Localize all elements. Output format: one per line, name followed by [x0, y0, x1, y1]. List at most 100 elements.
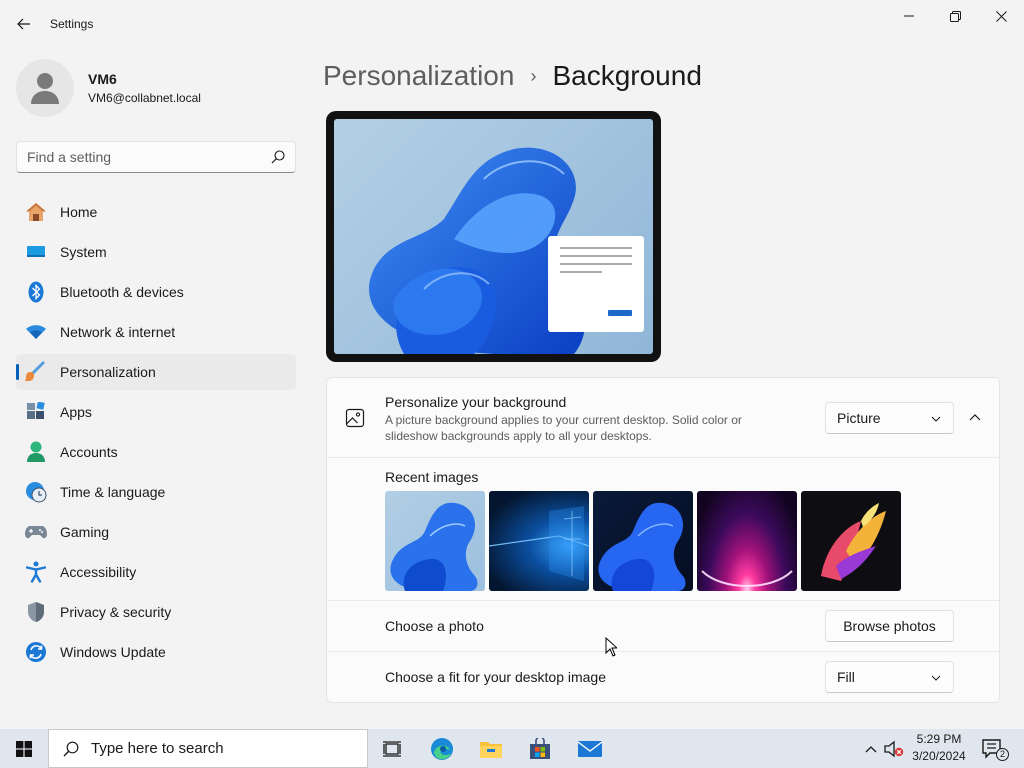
shield-icon [24, 600, 48, 624]
sidebar-item-label: Privacy & security [60, 604, 172, 620]
sidebar-item-label: System [60, 244, 107, 260]
volume-button[interactable] [884, 739, 904, 759]
sidebar-item-label: Bluetooth & devices [60, 284, 184, 300]
picture-icon [345, 408, 365, 428]
back-arrow-icon [17, 18, 30, 30]
store-button[interactable] [516, 729, 564, 768]
sidebar-item-label: Accounts [60, 444, 118, 460]
breadcrumb-parent[interactable]: Personalization [323, 60, 514, 92]
start-button[interactable] [0, 729, 48, 768]
breadcrumb: Personalization › Background [323, 58, 702, 94]
sidebar-item-label: Accessibility [60, 564, 137, 580]
sidebar-item-accounts[interactable]: Accounts [16, 434, 296, 470]
profile-name: VM6 [88, 71, 117, 87]
notification-count-badge: 2 [996, 748, 1009, 761]
sidebar-item-system[interactable]: System [16, 234, 296, 270]
collapse-button[interactable] [965, 408, 985, 428]
wallpaper-preview-image [334, 119, 653, 354]
file-explorer-icon [480, 741, 502, 758]
sidebar-item-label: Network & internet [60, 324, 176, 340]
chevron-down-icon [931, 416, 941, 422]
choose-fit-label: Choose a fit for your desktop image [385, 669, 607, 685]
mouse-cursor-icon [605, 637, 617, 657]
sidebar-item-bluetooth[interactable]: Bluetooth & devices [16, 274, 296, 310]
choose-fit-row: Choose a fit for your desktop image Fill [327, 651, 999, 701]
restore-icon [949, 10, 961, 22]
sidebar-item-personalization[interactable]: Personalization [16, 354, 296, 390]
back-button[interactable] [12, 12, 36, 36]
recent-image-windows-10-hero[interactable] [489, 491, 589, 591]
choose-photo-label: Choose a photo [385, 618, 484, 634]
sidebar-item-label: Time & language [60, 484, 166, 500]
task-view-icon [383, 740, 401, 757]
update-icon [24, 640, 48, 664]
recent-image-bloom-blue-dark[interactable] [593, 491, 693, 591]
system-clock[interactable]: 5:29 PM 3/20/2024 [906, 731, 972, 765]
sidebar-item-network[interactable]: Network & internet [16, 314, 296, 350]
personalize-background-title: Personalize your background [385, 394, 567, 410]
sidebar-item-label: Personalization [60, 364, 156, 380]
sidebar-item-apps[interactable]: Apps [16, 394, 296, 430]
brush-icon [24, 360, 48, 384]
notifications-button[interactable]: 2 [981, 739, 1009, 761]
globe-clock-icon [24, 480, 48, 504]
chevron-up-icon [969, 414, 981, 421]
browse-photos-button[interactable]: Browse photos [825, 610, 954, 642]
close-icon [995, 10, 1007, 22]
search-icon[interactable] [271, 150, 285, 164]
recent-images-list [385, 491, 905, 591]
taskbar-search-box[interactable]: Type here to search [48, 729, 368, 768]
mail-button[interactable] [566, 729, 614, 768]
settings-search-box[interactable] [16, 141, 296, 173]
search-input[interactable] [27, 149, 267, 165]
sidebar-item-label: Windows Update [60, 644, 166, 660]
sidebar-item-label: Gaming [60, 524, 110, 540]
close-button[interactable] [978, 0, 1024, 32]
profile-email: VM6@collabnet.local [88, 91, 201, 105]
sidebar-item-accessibility[interactable]: Accessibility [16, 554, 296, 590]
search-icon [63, 741, 79, 756]
clock-date: 3/20/2024 [912, 749, 966, 763]
windows-logo-icon [16, 740, 32, 757]
fit-dropdown[interactable]: Fill [825, 661, 954, 693]
preview-sample-window [548, 236, 644, 332]
sidebar-item-gaming[interactable]: Gaming [16, 514, 296, 550]
background-type-dropdown[interactable]: Picture [825, 402, 954, 434]
restore-button[interactable] [932, 0, 978, 32]
sidebar-item-time-language[interactable]: Time & language [16, 474, 296, 510]
taskbar-search-placeholder: Type here to search [91, 740, 224, 757]
show-hidden-icons-button[interactable] [861, 739, 881, 759]
edge-icon [431, 737, 453, 760]
taskbar: Type here to search 5:29 PM 3/20/2024 2 [0, 729, 1024, 768]
mail-icon [577, 740, 603, 757]
task-view-button[interactable] [368, 729, 416, 768]
fit-value: Fill [837, 669, 855, 685]
avatar [16, 59, 74, 117]
recent-image-bloom-blue-light[interactable] [385, 491, 485, 591]
sidebar-item-home[interactable]: Home [16, 194, 296, 230]
sidebar-item-windows-update[interactable]: Windows Update [16, 634, 296, 670]
sidebar-item-privacy-security[interactable]: Privacy & security [16, 594, 296, 630]
bluetooth-icon [24, 280, 48, 304]
desktop-preview [326, 111, 661, 362]
sidebar-item-label: Home [60, 204, 98, 220]
minimize-icon [904, 15, 914, 17]
user-profile[interactable]: VM6 VM6@collabnet.local [16, 58, 201, 118]
chevron-down-icon [931, 675, 941, 681]
edge-button[interactable] [418, 729, 466, 768]
home-icon [24, 200, 48, 224]
page-title: Background [552, 60, 702, 91]
personalize-background-row: Personalize your background A picture ba… [327, 378, 999, 458]
gamepad-icon [24, 520, 48, 544]
wifi-icon [24, 320, 48, 344]
breadcrumb-separator: › [530, 65, 537, 86]
recent-image-colorful-ribbon[interactable] [801, 491, 901, 591]
store-icon [530, 737, 550, 759]
system-icon [24, 240, 48, 264]
volume-muted-icon [884, 740, 904, 758]
sidebar-item-label: Apps [60, 404, 92, 420]
file-explorer-button[interactable] [467, 729, 515, 768]
background-settings-card: Personalize your background A picture ba… [326, 377, 1000, 703]
recent-image-purple-glow[interactable] [697, 491, 797, 591]
minimize-button[interactable] [886, 0, 932, 32]
